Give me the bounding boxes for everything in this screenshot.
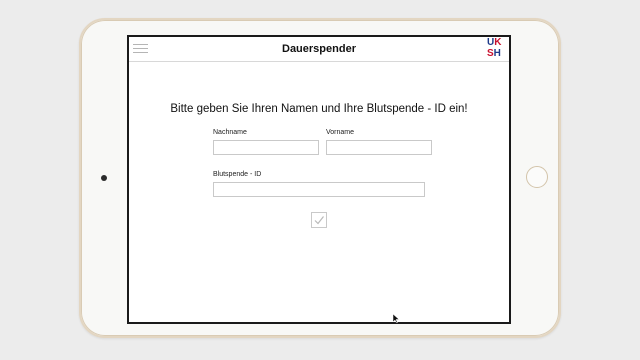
mouse-cursor-icon	[393, 314, 399, 323]
checkmark-icon	[314, 216, 324, 225]
form-prompt: Bitte geben Sie Ihren Namen und Ihre Blu…	[170, 103, 468, 115]
uksh-logo: UK SH	[487, 37, 502, 59]
tablet-home-button[interactable]	[526, 166, 548, 188]
firstname-label: Vorname	[326, 129, 355, 136]
lastname-input[interactable]	[213, 140, 319, 155]
submit-button[interactable]	[311, 212, 327, 228]
app-header: Dauerspender UK SH	[129, 37, 509, 62]
firstname-input[interactable]	[326, 140, 432, 155]
donation-id-input[interactable]	[213, 182, 425, 197]
hamburger-menu-icon[interactable]	[133, 44, 148, 54]
app-screen: Dauerspender UK SH Bitte geben Sie Ihren…	[127, 35, 511, 324]
lastname-label: Nachname	[213, 129, 247, 136]
tablet-camera	[101, 175, 107, 181]
donation-id-label: Blutspende - ID	[213, 171, 262, 178]
page-title: Dauerspender	[282, 43, 356, 55]
